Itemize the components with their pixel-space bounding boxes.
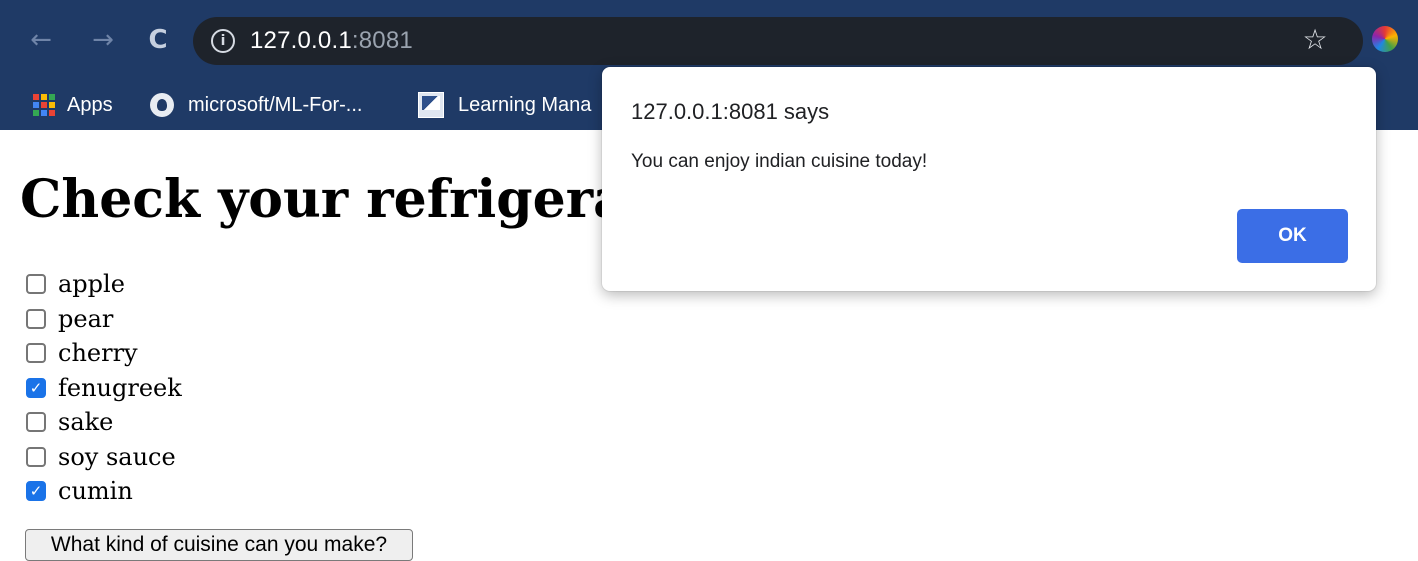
learning-manager-icon xyxy=(418,92,444,118)
ingredient-row-cumin[interactable]: ✓ cumin xyxy=(26,474,426,509)
ingredient-label: soy sauce xyxy=(58,442,176,471)
back-arrow-icon: ← xyxy=(30,25,52,55)
alert-dialog: 127.0.0.1:8081 says You can enjoy indian… xyxy=(602,67,1376,291)
checkbox-checked[interactable]: ✓ xyxy=(26,377,46,398)
forward-arrow-icon: → xyxy=(92,25,114,55)
checkmark-icon: ✓ xyxy=(29,482,43,501)
star-glyph: ☆ xyxy=(1302,23,1328,56)
ingredient-row-soy-sauce[interactable]: soy sauce xyxy=(26,440,426,475)
ingredient-label: cherry xyxy=(58,339,138,368)
bookmark-github[interactable]: microsoft/ML-For-... xyxy=(150,80,362,130)
ingredient-label: fenugreek xyxy=(58,373,182,402)
apps-grid-icon xyxy=(33,94,55,116)
bookmark-apps[interactable]: Apps xyxy=(33,80,113,130)
alert-message: You can enjoy indian cuisine today! xyxy=(631,151,928,172)
bookmark-github-label: microsoft/ML-For-... xyxy=(188,93,363,116)
github-icon xyxy=(150,93,174,117)
ingredient-row-sake[interactable]: sake xyxy=(26,405,426,440)
ingredient-checklist: apple pear cherry ✓ fenugreek sake soy s… xyxy=(26,267,426,509)
bookmark-learning-manager[interactable]: Learning Mana xyxy=(418,80,591,130)
ingredient-row-pear[interactable]: pear xyxy=(26,302,426,337)
checkbox-checked[interactable]: ✓ xyxy=(26,481,46,502)
ingredient-row-fenugreek[interactable]: ✓ fenugreek xyxy=(26,371,426,406)
address-bar[interactable]: i 127.0.0.1:8081 xyxy=(193,17,1363,65)
reload-icon: C xyxy=(148,25,168,55)
cuisine-submit-button[interactable]: What kind of cuisine can you make? xyxy=(25,529,413,561)
checkbox[interactable] xyxy=(26,343,46,364)
checkbox[interactable] xyxy=(26,308,46,329)
bookmark-apps-label: Apps xyxy=(67,93,113,116)
checkbox[interactable] xyxy=(26,274,46,295)
ok-button[interactable]: OK xyxy=(1237,209,1348,263)
ingredient-label: pear xyxy=(58,304,114,333)
ingredient-label: apple xyxy=(58,270,125,299)
forward-button[interactable]: → xyxy=(85,22,121,58)
url-text[interactable]: 127.0.0.1:8081 xyxy=(250,27,413,55)
ingredient-row-apple[interactable]: apple xyxy=(26,267,426,302)
reload-button[interactable]: C xyxy=(140,22,176,58)
info-icon[interactable]: i xyxy=(211,29,235,53)
extension-color-wheel-icon[interactable] xyxy=(1372,26,1398,52)
bookmark-star-icon[interactable]: ☆ xyxy=(1300,20,1330,60)
url-port: :8081 xyxy=(351,27,413,54)
ingredient-label: sake xyxy=(58,408,114,437)
url-host: 127.0.0.1 xyxy=(250,27,352,54)
bookmark-learning-label: Learning Mana xyxy=(458,93,592,116)
back-button[interactable]: ← xyxy=(23,22,59,58)
alert-title: 127.0.0.1:8081 says xyxy=(631,99,830,124)
ingredient-row-cherry[interactable]: cherry xyxy=(26,336,426,371)
checkmark-icon: ✓ xyxy=(29,378,43,397)
checkbox[interactable] xyxy=(26,412,46,433)
ingredient-label: cumin xyxy=(58,477,133,506)
checkbox[interactable] xyxy=(26,446,46,467)
